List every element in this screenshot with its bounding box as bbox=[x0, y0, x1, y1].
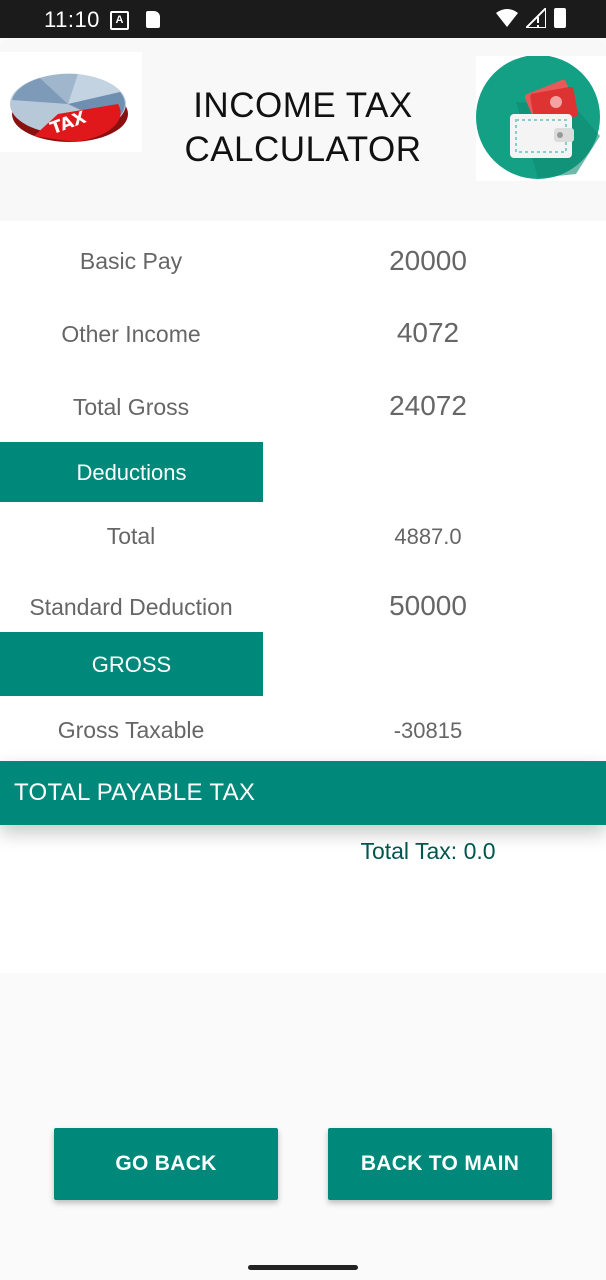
other-income-label: Other Income bbox=[61, 321, 201, 347]
wallet-icon bbox=[476, 55, 606, 181]
status-icons bbox=[496, 8, 566, 28]
tax-pie-chart-icon: TAX bbox=[0, 52, 142, 152]
home-gesture-handle[interactable] bbox=[248, 1265, 358, 1270]
back-to-main-button[interactable]: BACK TO MAIN bbox=[328, 1128, 552, 1200]
basic-pay-value: 20000 bbox=[389, 245, 467, 276]
title-line-2: CALCULATOR bbox=[184, 130, 422, 169]
total-payable-tax-header: TOTAL PAYABLE TAX bbox=[0, 761, 606, 825]
gross-section-header: GROSS bbox=[0, 632, 263, 696]
navigation-bar bbox=[0, 1254, 606, 1280]
total-payable-tax-label: TOTAL PAYABLE TAX bbox=[14, 779, 256, 806]
deductions-section-header: Deductions bbox=[0, 442, 263, 502]
basic-pay-label: Basic Pay bbox=[79, 248, 183, 274]
gross-taxable-label: Gross Taxable bbox=[57, 717, 205, 743]
total-tax-result: Total Tax: 0.0 bbox=[360, 838, 496, 864]
standard-deduction-label: Standard Deduction bbox=[29, 594, 233, 620]
other-income-value: 4072 bbox=[396, 317, 460, 348]
total-gross-value: 24072 bbox=[389, 390, 467, 421]
page-title: INCOME TAX CALCULATOR bbox=[160, 84, 446, 172]
gross-taxable-value: -30815 bbox=[393, 718, 463, 743]
deductions-total-value: 4887.0 bbox=[394, 524, 462, 549]
sd-card-icon bbox=[146, 11, 160, 28]
status-time: 11:10 bbox=[44, 7, 100, 32]
status-bar: 11:10 A bbox=[0, 0, 606, 38]
wifi-icon bbox=[496, 9, 518, 27]
battery-icon bbox=[554, 8, 566, 28]
accessibility-icon: A bbox=[110, 11, 129, 30]
title-line-1: INCOME TAX bbox=[193, 86, 413, 125]
total-gross-label: Total Gross bbox=[72, 394, 190, 420]
app-header: TAX INCOME TAX CALCULATOR bbox=[0, 38, 606, 221]
go-back-button[interactable]: GO BACK bbox=[54, 1128, 278, 1200]
standard-deduction-value: 50000 bbox=[389, 590, 467, 621]
signal-icon bbox=[526, 8, 546, 28]
calculation-panel: Basic Pay 20000 Other Income 4072 Total … bbox=[0, 221, 606, 973]
deductions-total-label: Total bbox=[106, 523, 156, 549]
